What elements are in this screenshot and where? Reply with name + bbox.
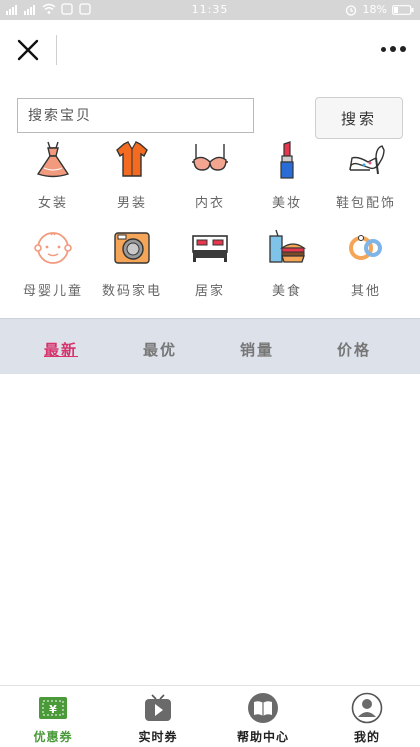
category-label: 男装 <box>116 196 147 211</box>
more-dot-icon <box>381 46 386 52</box>
high-heel-icon <box>349 145 385 175</box>
category-item-cosmetics[interactable]: 美妆 <box>248 140 326 211</box>
rings-icon <box>349 235 382 260</box>
bra-icon <box>192 144 228 171</box>
app-screen: 11:35 18% 搜索宝贝 搜索 女装 男装 内衣 美妆 鞋包配饰 母婴儿童 … <box>0 0 420 747</box>
tab-label: 我的 <box>353 730 380 744</box>
tab-label: 帮助中心 <box>236 730 289 744</box>
category-item-home[interactable]: 居家 <box>171 228 249 299</box>
alarm-icon <box>345 4 356 16</box>
category-label: 母婴儿童 <box>22 284 83 299</box>
sort-tab-best[interactable]: 最优 <box>143 339 177 360</box>
tab-live-coupons[interactable]: 实时券 <box>118 692 198 745</box>
sort-tab-price[interactable]: 价格 <box>337 339 371 360</box>
food-icon <box>269 229 307 263</box>
category-label: 女装 <box>37 196 68 211</box>
battery-icon <box>392 4 414 15</box>
category-item-food[interactable]: 美食 <box>248 228 326 299</box>
category-grid: 女装 男装 内衣 美妆 鞋包配饰 母婴儿童 数码家电 居家 美食 其他 <box>0 134 420 314</box>
lipstick-icon <box>280 141 294 179</box>
bed-icon <box>192 235 228 262</box>
category-label: 其他 <box>350 284 381 299</box>
sort-tab-newest[interactable]: 最新 <box>44 339 78 360</box>
close-icon[interactable] <box>16 38 40 62</box>
category-item-baby[interactable]: 母婴儿童 <box>14 228 92 299</box>
category-item-underwear[interactable]: 内衣 <box>171 140 249 211</box>
category-item-other[interactable]: 其他 <box>327 228 405 299</box>
more-menu-button[interactable] <box>378 42 406 56</box>
shirt-icon <box>116 141 148 177</box>
topbar-divider <box>56 35 57 65</box>
tab-coupons[interactable]: ¥ 优惠券 <box>13 692 93 745</box>
search-row: 搜索 <box>0 78 420 139</box>
status-right: 18% <box>344 3 414 16</box>
category-label: 美食 <box>271 284 302 299</box>
category-item-electronics[interactable]: 数码家电 <box>93 228 171 299</box>
sort-bar: 最新 最优 销量 价格 <box>0 318 420 374</box>
user-icon <box>351 692 383 724</box>
camera-icon <box>114 232 150 264</box>
category-label: 鞋包配饰 <box>335 196 396 211</box>
category-label: 居家 <box>194 284 225 299</box>
category-item-shoes-bags[interactable]: 鞋包配饰 <box>327 140 405 211</box>
coupon-icon: ¥ <box>39 697 67 719</box>
sort-tab-sales[interactable]: 销量 <box>240 339 274 360</box>
more-dot-icon <box>390 46 396 52</box>
category-label: 内衣 <box>194 196 225 211</box>
status-bar: 11:35 18% <box>0 0 420 20</box>
dress-icon <box>36 141 70 178</box>
top-bar <box>0 20 420 78</box>
search-input[interactable] <box>17 98 254 133</box>
book-icon <box>248 693 278 723</box>
baby-icon <box>34 232 72 264</box>
bottom-tab-bar: ¥ 优惠券 实时券 帮助中心 我的 <box>0 685 420 747</box>
category-item-womens[interactable]: 女装 <box>14 140 92 211</box>
more-dot-icon <box>400 46 406 52</box>
play-tv-icon <box>145 694 171 721</box>
battery-percent: 18% <box>362 3 387 16</box>
svg-text:¥: ¥ <box>49 703 57 716</box>
tab-help-center[interactable]: 帮助中心 <box>223 692 303 745</box>
category-label: 美妆 <box>271 196 302 211</box>
category-item-mens[interactable]: 男装 <box>93 140 171 211</box>
tab-label: 优惠券 <box>33 730 73 744</box>
tab-mine[interactable]: 我的 <box>327 692 407 745</box>
search-button[interactable]: 搜索 <box>315 97 403 139</box>
category-label: 数码家电 <box>101 284 162 299</box>
tab-label: 实时券 <box>138 730 178 744</box>
